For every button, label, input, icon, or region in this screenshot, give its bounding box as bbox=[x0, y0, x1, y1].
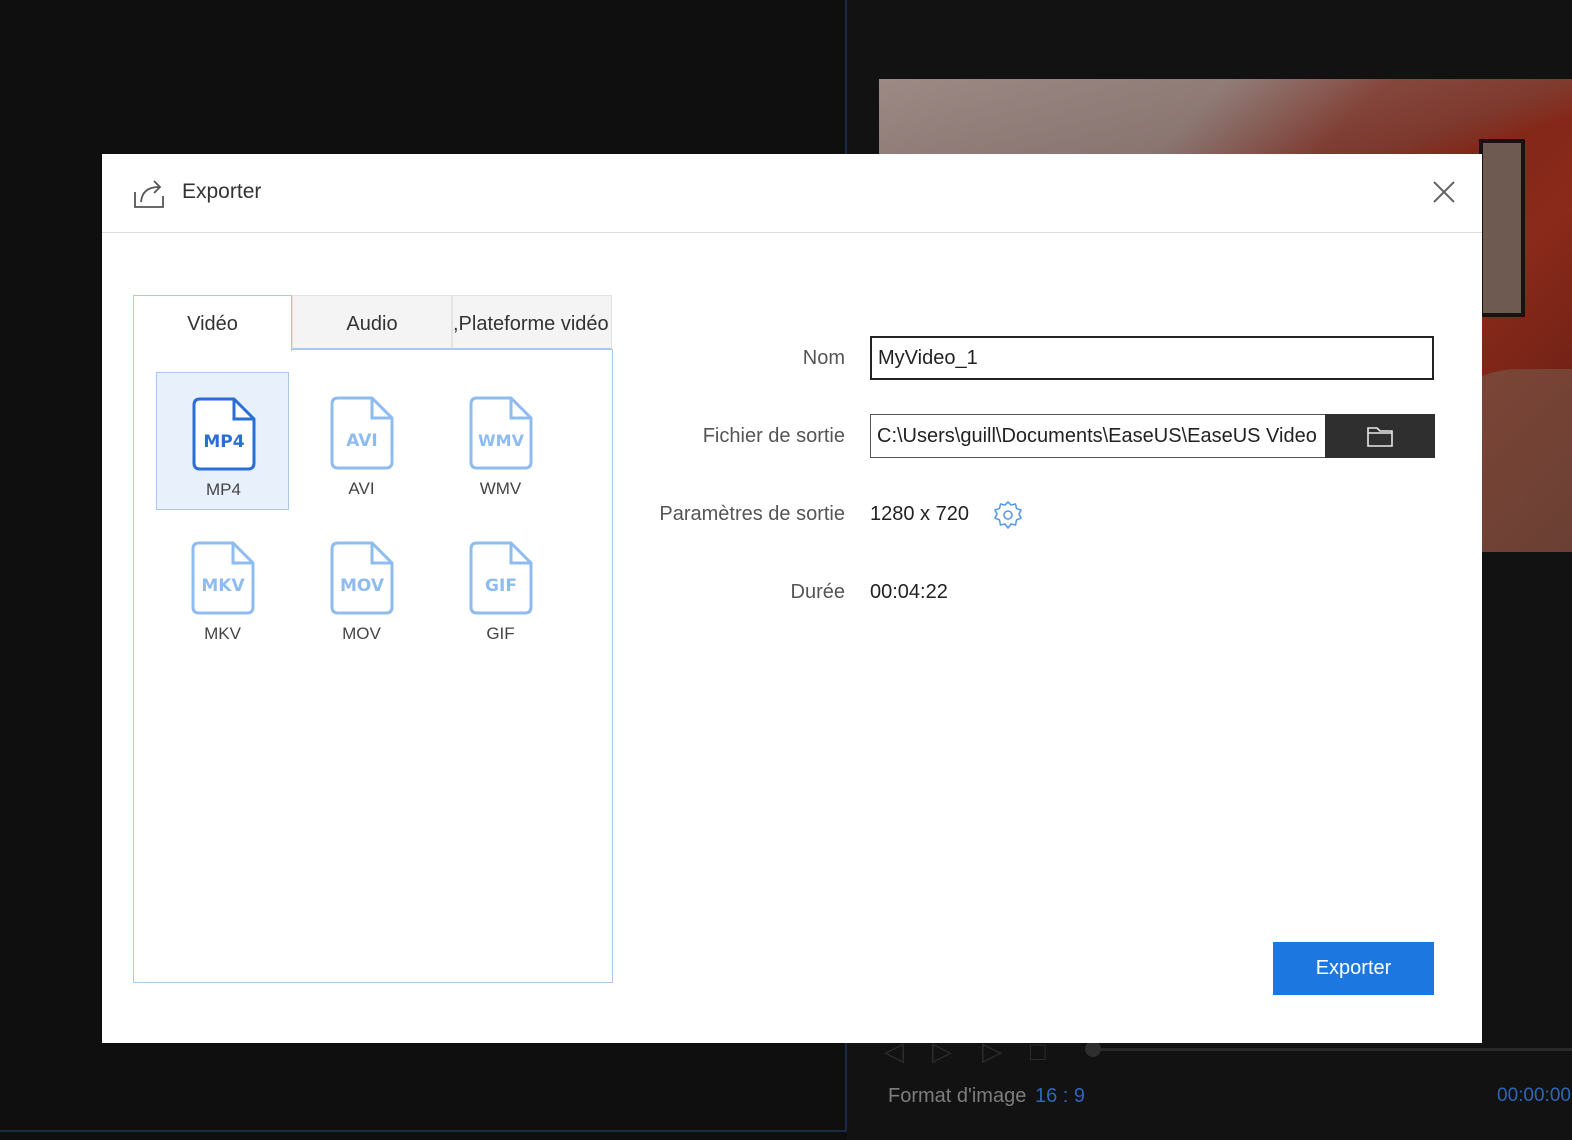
gif-file-icon: GIF bbox=[469, 541, 533, 615]
format-tabs: Vidéo Audio ,Plateforme vidéo bbox=[133, 295, 612, 351]
output-file-path[interactable]: C:\Users\guill\Documents\EaseUS\EaseUS V… bbox=[871, 415, 1325, 457]
seek-bar[interactable] bbox=[1095, 1048, 1572, 1051]
browse-folder-button[interactable] bbox=[1325, 414, 1435, 458]
format-label: MOV bbox=[342, 624, 381, 643]
export-dialog: Exporter Vidéo Audio ,Plateforme vidéo M… bbox=[102, 154, 1482, 1043]
name-input[interactable] bbox=[870, 336, 1434, 380]
format-label: MKV bbox=[204, 624, 241, 643]
avi-file-icon: AVI bbox=[330, 396, 394, 470]
folder-icon bbox=[1367, 427, 1393, 447]
output-file-field[interactable]: C:\Users\guill\Documents\EaseUS\EaseUS V… bbox=[870, 414, 1435, 458]
svg-text:MOV: MOV bbox=[340, 576, 385, 596]
output-params-value: 1280 x 720 bbox=[870, 503, 969, 525]
mp4-file-icon: MP4 bbox=[192, 397, 256, 471]
format-avi[interactable]: AVI AVI bbox=[295, 372, 428, 510]
duration-label: Durée bbox=[790, 581, 845, 603]
dialog-title: Exporter bbox=[182, 180, 262, 203]
format-label: GIF bbox=[486, 624, 515, 643]
aspect-ratio-value[interactable]: 16 : 9 bbox=[1035, 1085, 1085, 1108]
output-params-label: Paramètres de sortie bbox=[659, 503, 845, 525]
svg-text:MKV: MKV bbox=[201, 576, 245, 596]
format-mp4[interactable]: MP4 MP4 bbox=[156, 372, 289, 510]
preview-picture-frame bbox=[1479, 139, 1525, 317]
format-label: AVI bbox=[348, 479, 375, 498]
tab-video-platform[interactable]: ,Plateforme vidéo bbox=[452, 295, 612, 349]
duration-value: 00:04:22 bbox=[870, 581, 948, 603]
mov-file-icon: MOV bbox=[330, 541, 394, 615]
output-file-label: Fichier de sortie bbox=[702, 425, 845, 447]
timecode: 00:00:00 bbox=[1497, 1085, 1571, 1106]
svg-text:GIF: GIF bbox=[485, 576, 517, 596]
format-mkv[interactable]: MKV MKV bbox=[156, 517, 289, 655]
name-label: Nom bbox=[802, 347, 845, 369]
seek-handle[interactable] bbox=[1085, 1041, 1101, 1057]
aspect-ratio-label: Format d'image bbox=[888, 1085, 1027, 1107]
svg-text:AVI: AVI bbox=[346, 431, 378, 451]
tab-audio[interactable]: Audio bbox=[292, 295, 452, 349]
format-mov[interactable]: MOV MOV bbox=[295, 517, 428, 655]
export-icon bbox=[134, 180, 164, 208]
mkv-file-icon: MKV bbox=[191, 541, 255, 615]
format-label: MP4 bbox=[206, 480, 241, 499]
close-icon[interactable] bbox=[1430, 178, 1458, 206]
tab-video[interactable]: Vidéo bbox=[133, 295, 292, 351]
dialog-header: Exporter bbox=[102, 154, 1482, 233]
export-button[interactable]: Exporter bbox=[1273, 942, 1434, 995]
svg-text:MP4: MP4 bbox=[203, 432, 244, 452]
settings-gear-icon[interactable] bbox=[992, 499, 1024, 531]
format-label: WMV bbox=[479, 479, 522, 498]
